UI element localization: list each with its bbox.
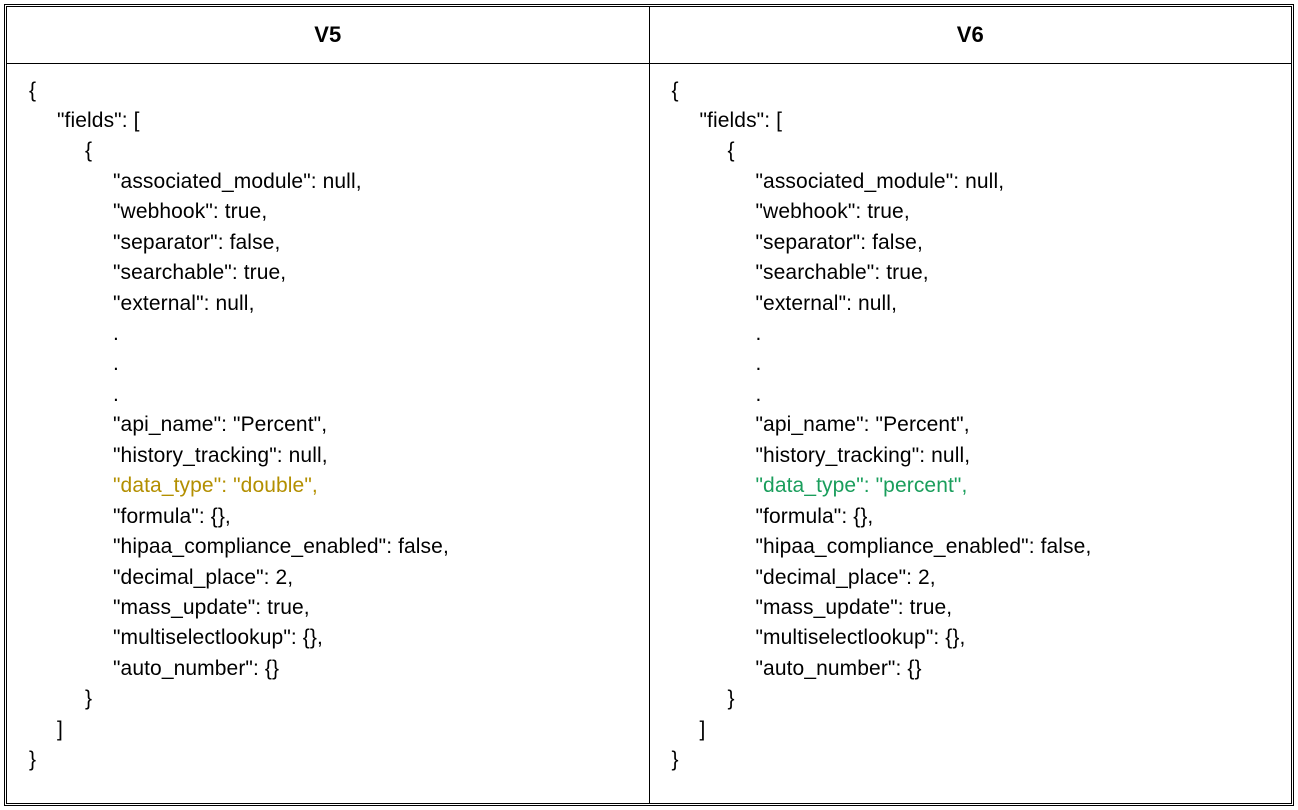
code-line: { (672, 136, 1274, 166)
code-line: } (672, 745, 1274, 775)
code-line: ] (672, 715, 1274, 745)
code-line: "multiselectlookup": {}, (672, 623, 1274, 653)
code-line: "searchable": true, (672, 258, 1274, 288)
code-line: } (29, 745, 631, 775)
code-line: "associated_module": null, (672, 167, 1274, 197)
code-line: { (29, 136, 631, 166)
code-line: "api_name": "Percent", (29, 410, 631, 440)
code-line: "webhook": true, (29, 197, 631, 227)
code-line: "external": null, (672, 289, 1274, 319)
code-line: "formula": {}, (672, 502, 1274, 532)
code-line: "formula": {}, (29, 502, 631, 532)
code-line: "decimal_place": 2, (29, 563, 631, 593)
code-line: . (672, 380, 1274, 410)
comparison-table: V5 V6 {"fields": [{"associated_module": … (7, 7, 1291, 803)
code-line: "webhook": true, (672, 197, 1274, 227)
code-line: "hipaa_compliance_enabled": false, (29, 532, 631, 562)
code-line: . (672, 349, 1274, 379)
header-right: V6 (649, 7, 1291, 63)
code-line: "searchable": true, (29, 258, 631, 288)
code-line: . (29, 380, 631, 410)
header-left: V5 (7, 7, 649, 63)
code-line: . (672, 319, 1274, 349)
code-line: "external": null, (29, 289, 631, 319)
comparison-table-wrap: V5 V6 {"fields": [{"associated_module": … (4, 4, 1294, 806)
code-line: "mass_update": true, (672, 593, 1274, 623)
code-line: "separator": false, (29, 228, 631, 258)
code-line: . (29, 349, 631, 379)
code-line: "history_tracking": null, (672, 441, 1274, 471)
code-line: "decimal_place": 2, (672, 563, 1274, 593)
code-line: "auto_number": {} (672, 654, 1274, 684)
table-header: V5 V6 (7, 7, 1291, 63)
code-cell-left: {"fields": [{"associated_module": null,"… (7, 63, 649, 803)
code-line: "api_name": "Percent", (672, 410, 1274, 440)
code-line: "auto_number": {} (29, 654, 631, 684)
code-line: "separator": false, (672, 228, 1274, 258)
code-line: "associated_module": null, (29, 167, 631, 197)
code-line: . (29, 319, 631, 349)
code-line: "multiselectlookup": {}, (29, 623, 631, 653)
code-line: ] (29, 715, 631, 745)
code-cell-right: {"fields": [{"associated_module": null,"… (649, 63, 1291, 803)
code-line: { (672, 76, 1274, 106)
code-line: "fields": [ (29, 106, 631, 136)
code-line: "data_type": "double", (29, 471, 631, 501)
code-line: "fields": [ (672, 106, 1274, 136)
code-line: "data_type": "percent", (672, 471, 1274, 501)
code-line: "hipaa_compliance_enabled": false, (672, 532, 1274, 562)
code-line: } (672, 684, 1274, 714)
code-line: { (29, 76, 631, 106)
code-line: } (29, 684, 631, 714)
code-line: "mass_update": true, (29, 593, 631, 623)
code-line: "history_tracking": null, (29, 441, 631, 471)
